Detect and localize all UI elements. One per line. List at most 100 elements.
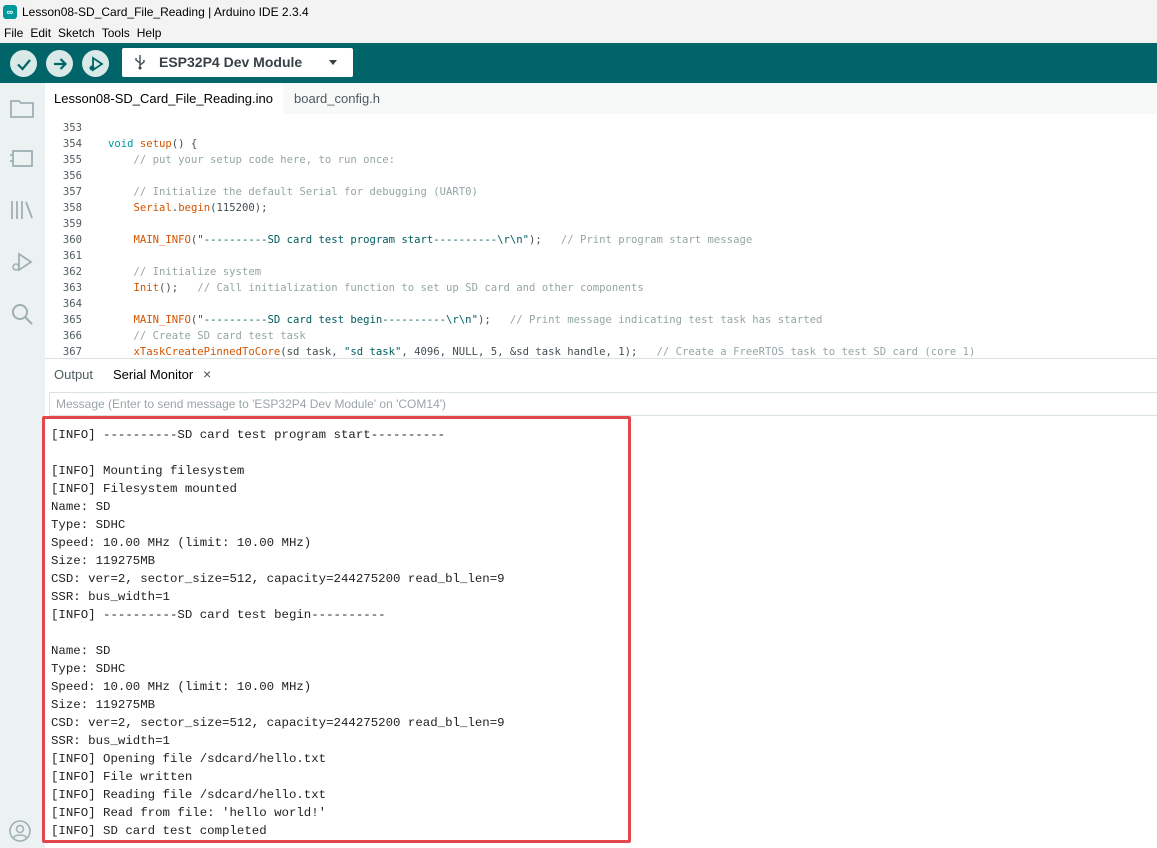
code-line: 363 Init(); // Call initialization funct… xyxy=(45,280,1157,296)
serial-line: [INFO] File written xyxy=(51,770,193,784)
line-number: 360 xyxy=(62,234,82,246)
line-number: 353 xyxy=(62,122,82,134)
line-number: 366 xyxy=(62,330,82,342)
debug-button[interactable] xyxy=(82,50,109,77)
line-number: 355 xyxy=(62,154,82,166)
account-icon[interactable] xyxy=(9,820,31,842)
serial-monitor-output: [INFO] ----------SD card test program st… xyxy=(45,420,1157,848)
menu-tools[interactable]: Tools xyxy=(102,26,130,40)
tab-label: Lesson08-SD_Card_File_Reading.ino xyxy=(54,91,273,106)
serial-line: [INFO] Filesystem mounted xyxy=(51,482,237,496)
folder-icon[interactable] xyxy=(9,95,35,121)
code-line: 353 xyxy=(45,120,1157,136)
close-icon[interactable]: × xyxy=(203,366,211,382)
menu-bar: File Edit Sketch Tools Help xyxy=(0,23,1157,43)
line-number: 359 xyxy=(62,218,82,230)
line-number: 361 xyxy=(62,250,82,262)
line-number: 365 xyxy=(62,314,82,326)
line-number: 362 xyxy=(62,266,82,278)
code-text: // put your setup code here, to run once… xyxy=(108,154,396,166)
code-line: 358 Serial.begin(115200); xyxy=(45,200,1157,216)
chevron-down-icon xyxy=(329,60,337,65)
title-bar: ∞ Lesson08-SD_Card_File_Reading | Arduin… xyxy=(0,0,1157,23)
code-text: xTaskCreatePinnedToCore(sd_task, "sd_tas… xyxy=(133,346,976,357)
code-line: 367 xTaskCreatePinnedToCore(sd_task, "sd… xyxy=(45,344,1157,357)
serial-line: CSD: ver=2, sector_size=512, capacity=24… xyxy=(51,572,505,586)
library-icon[interactable] xyxy=(9,197,35,223)
menu-edit[interactable]: Edit xyxy=(30,26,51,40)
menu-sketch[interactable]: Sketch xyxy=(58,26,95,40)
line-number: 354 xyxy=(62,138,82,150)
tab-output[interactable]: Output xyxy=(54,367,93,382)
check-icon xyxy=(16,58,31,71)
code-line: 360 MAIN_INFO("----------SD card test pr… xyxy=(45,232,1157,248)
serial-line: Name: SD xyxy=(51,500,111,514)
serial-line: Speed: 10.00 MHz (limit: 10.00 MHz) xyxy=(51,680,312,694)
code-line: 357 // Initialize the default Serial for… xyxy=(45,184,1157,200)
usb-icon xyxy=(135,55,145,70)
line-number: 363 xyxy=(62,282,82,294)
serial-line: Type: SDHC xyxy=(51,518,126,532)
verify-button[interactable] xyxy=(10,50,37,77)
code-line: 364 xyxy=(45,296,1157,312)
code-line: 356 xyxy=(45,168,1157,184)
serial-line: [INFO] Read from file: 'hello world!' xyxy=(51,806,327,820)
bottom-panel-tabs: Output Serial Monitor × xyxy=(45,358,1157,391)
tab-label: board_config.h xyxy=(294,91,381,106)
code-line: 362 // Initialize system xyxy=(45,264,1157,280)
code-line: 354 void setup() { xyxy=(45,136,1157,152)
line-number: 357 xyxy=(62,186,82,198)
arrow-right-icon xyxy=(53,57,67,70)
toolbar: ESP32P4 Dev Module xyxy=(0,43,1157,83)
code-text: Init(); // Call initialization function … xyxy=(133,282,644,294)
serial-line: SSR: bus_width=1 xyxy=(51,734,170,748)
editor-tab-bar: Lesson08-SD_Card_File_Reading.ino board_… xyxy=(45,83,1157,114)
line-number: 367 xyxy=(62,346,82,357)
serial-line: [INFO] ----------SD card test begin-----… xyxy=(51,608,386,622)
tab-lesson08-ino[interactable]: Lesson08-SD_Card_File_Reading.ino xyxy=(45,83,283,114)
serial-line: [INFO] Reading file /sdcard/hello.txt xyxy=(51,788,327,802)
serial-line: [INFO] Opening file /sdcard/hello.txt xyxy=(51,752,327,766)
arduino-logo-icon: ∞ xyxy=(3,4,17,19)
board-selector[interactable]: ESP32P4 Dev Module xyxy=(122,48,353,77)
serial-line: Speed: 10.00 MHz (limit: 10.00 MHz) xyxy=(51,536,312,550)
serial-line: Name: SD xyxy=(51,644,111,658)
menu-file[interactable]: File xyxy=(4,26,23,40)
serial-line: CSD: ver=2, sector_size=512, capacity=24… xyxy=(51,716,505,730)
line-number: 356 xyxy=(62,170,82,182)
code-text: void setup() { xyxy=(108,138,198,150)
tab-board-config-h[interactable]: board_config.h xyxy=(294,83,380,114)
code-line: 365 MAIN_INFO("----------SD card test be… xyxy=(45,312,1157,328)
code-line: 361 xyxy=(45,248,1157,264)
serial-line: Type: SDHC xyxy=(51,662,126,676)
code-text: // Initialize the default Serial for deb… xyxy=(108,186,478,198)
tab-serial-monitor[interactable]: Serial Monitor xyxy=(113,367,193,382)
serial-line: [INFO] ----------SD card test program st… xyxy=(51,428,446,442)
board-manager-icon[interactable] xyxy=(9,145,35,171)
serial-line: Size: 119275MB xyxy=(51,554,156,568)
board-name: ESP32P4 Dev Module xyxy=(159,54,303,70)
upload-button[interactable] xyxy=(46,50,73,77)
menu-help[interactable]: Help xyxy=(137,26,162,40)
serial-message-input[interactable] xyxy=(49,392,1157,416)
code-text: // Create SD card test task xyxy=(108,330,306,342)
code-text: MAIN_INFO("----------SD card test begin-… xyxy=(133,314,823,326)
debug-icon xyxy=(89,55,104,72)
code-text: // Initialize system xyxy=(108,266,262,278)
sidebar xyxy=(0,83,45,848)
code-line: 366 // Create SD card test task xyxy=(45,328,1157,344)
window-title: Lesson08-SD_Card_File_Reading | Arduino … xyxy=(22,4,309,19)
serial-line: [INFO] SD card test completed xyxy=(51,824,267,838)
serial-line: [INFO] Mounting filesystem xyxy=(51,464,245,478)
debug-icon[interactable] xyxy=(9,249,35,275)
line-number: 364 xyxy=(62,298,82,310)
serial-line: Size: 119275MB xyxy=(51,698,156,712)
code-text: Serial.begin(115200); xyxy=(133,202,268,214)
code-line: 355 // put your setup code here, to run … xyxy=(45,152,1157,168)
serial-line: SSR: bus_width=1 xyxy=(51,590,170,604)
line-number: 358 xyxy=(62,202,82,214)
code-editor[interactable]: 353 354 void setup() { 355 // put your se… xyxy=(45,114,1157,357)
code-text: MAIN_INFO("----------SD card test progra… xyxy=(133,234,753,246)
code-line: 359 xyxy=(45,216,1157,232)
search-icon[interactable] xyxy=(9,301,35,327)
